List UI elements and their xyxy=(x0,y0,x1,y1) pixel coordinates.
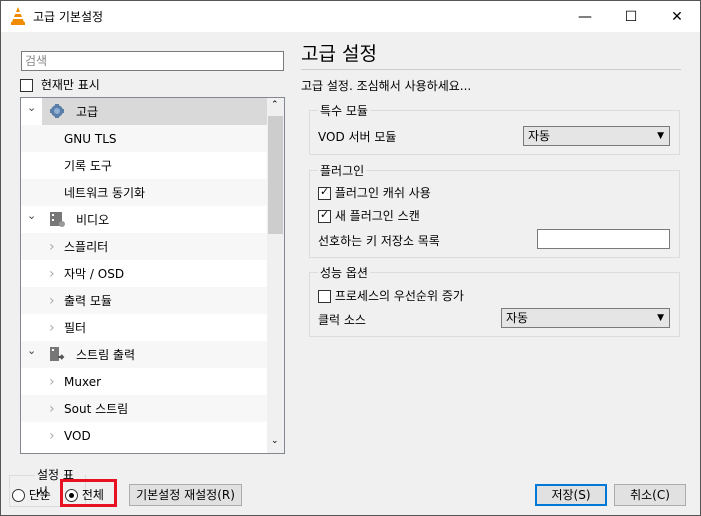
save-button[interactable]: 저장(S) xyxy=(535,484,607,506)
keystore-input[interactable] xyxy=(537,229,670,249)
window-title: 고급 기본설정 xyxy=(33,10,104,24)
chevron-right-icon[interactable]: › xyxy=(49,293,55,309)
tree-item-label: 자막 / OSD xyxy=(64,267,125,281)
tree-item[interactable]: › Muxer xyxy=(21,368,267,395)
tree-item[interactable]: › VOD xyxy=(21,422,267,449)
tree-item-label: GNU TLS xyxy=(64,131,117,146)
keystore-label: 선호하는 키 저장소 목록 xyxy=(318,234,440,248)
scroll-up-icon[interactable]: ⌃ xyxy=(271,100,279,110)
title-bar: 고급 기본설정 — ☐ ✕ xyxy=(1,1,700,32)
chevron-right-icon[interactable]: › xyxy=(49,428,55,444)
category-tree[interactable]: › VOD › Sout 스트림 › Muxer ⌄ 스트림 출력 › 필터 › 출력 모듈 › 자막 /… xyxy=(20,97,285,454)
priority-label: 프로세스의 우선순위 증가 xyxy=(334,289,464,303)
cancel-button[interactable]: 취소(C) xyxy=(614,484,686,506)
tree-item[interactable]: ⌄ 비디오 xyxy=(21,206,267,233)
checkbox-box[interactable] xyxy=(318,290,331,303)
all-radio[interactable]: 전체 xyxy=(65,486,104,503)
clock-source-select[interactable]: 자동 ▼ xyxy=(501,308,670,328)
tree-item-label: Sout 스트림 xyxy=(64,402,129,416)
vod-server-label: VOD 서버 모듈 xyxy=(318,130,397,144)
tree-item-label: Muxer xyxy=(64,374,102,389)
plugin-scan-label: 새 플러그인 스캔 xyxy=(334,209,420,223)
tree-item-label: 기록 도구 xyxy=(64,159,112,173)
stream-output-icon xyxy=(49,346,65,362)
vod-server-select[interactable]: 자동 ▼ xyxy=(523,126,670,146)
plugin-cache-checkbox[interactable]: 플러그인 캐쉬 사용 xyxy=(318,184,431,201)
simple-radio[interactable]: 단순 xyxy=(12,486,51,503)
tree-item-label: 네트워크 동기화 xyxy=(64,186,146,200)
vlc-cone-icon xyxy=(11,7,25,25)
clock-source-label: 클럭 소스 xyxy=(318,313,366,327)
chevron-right-icon[interactable]: › xyxy=(49,239,55,255)
chevron-right-icon[interactable]: › xyxy=(49,266,55,282)
chevron-right-icon[interactable]: › xyxy=(49,320,55,336)
preferences-window: 고급 기본설정 — ☐ ✕ 검색 현재만 표시 › VOD › Sout 스트림 › Mu… xyxy=(0,0,701,516)
dropdown-arrow-icon: ▼ xyxy=(657,313,664,323)
tree-item[interactable]: › Sout 스트림 xyxy=(21,395,267,422)
tree-item[interactable]: GNU TLS xyxy=(21,125,267,152)
checkbox-box[interactable] xyxy=(318,208,331,223)
tree-item-label: 스플리터 xyxy=(64,240,109,254)
search-input[interactable]: 검색 xyxy=(21,51,284,71)
dropdown-arrow-icon: ▼ xyxy=(657,131,664,141)
vod-server-value: 자동 xyxy=(528,129,551,143)
plugins-group: 플러그인 플러그인 캐쉬 사용 새 플러그인 스캔 선호하는 키 저장소 목록 xyxy=(309,162,680,258)
tree-item-label: 고급 xyxy=(76,105,99,119)
chevron-down-icon[interactable]: ⌄ xyxy=(27,101,36,114)
current-only-label: 현재만 표시 xyxy=(40,78,100,92)
radio-circle[interactable] xyxy=(12,489,25,502)
tree-item-label: 출력 모듈 xyxy=(64,294,112,308)
performance-group: 성능 옵션 프로세스의 우선순위 증가 클럭 소스 자동 ▼ xyxy=(309,264,680,337)
tree-item[interactable]: › 필터 xyxy=(21,314,267,341)
tree-item-label: 비디오 xyxy=(76,213,110,227)
radio-circle[interactable] xyxy=(65,489,78,502)
chevron-down-icon[interactable]: ⌄ xyxy=(27,209,36,222)
close-button[interactable]: ✕ xyxy=(654,1,700,32)
tree-item[interactable]: ⌄ 스트림 출력 xyxy=(21,341,267,368)
gear-icon xyxy=(49,103,65,119)
priority-checkbox[interactable]: 프로세스의 우선순위 증가 xyxy=(318,287,464,304)
current-only-checkbox[interactable]: 현재만 표시 xyxy=(20,76,100,93)
plugin-cache-label: 플러그인 캐쉬 사용 xyxy=(334,186,431,200)
chevron-down-icon[interactable]: ⌄ xyxy=(27,344,36,357)
checkbox-box[interactable] xyxy=(318,185,331,200)
page-title: 고급 설정 xyxy=(301,43,377,65)
tree-item[interactable]: › 자막 / OSD xyxy=(21,260,267,287)
chevron-right-icon[interactable]: › xyxy=(49,401,55,417)
title-divider xyxy=(301,69,681,70)
clock-source-value: 자동 xyxy=(506,311,529,325)
tree-scrollbar[interactable]: ⌃ ⌄ xyxy=(267,98,284,453)
special-modules-group: 특수 모듈 VOD 서버 모듈 자동 ▼ xyxy=(309,102,680,155)
video-icon xyxy=(49,211,65,227)
tree-item[interactable]: ⌄ 고급 xyxy=(27,98,267,125)
scrollbar-thumb[interactable] xyxy=(268,116,283,234)
tree-item[interactable]: 기록 도구 xyxy=(21,152,267,179)
minimize-button[interactable]: — xyxy=(562,1,608,32)
scroll-down-icon[interactable]: ⌄ xyxy=(271,436,279,446)
maximize-button[interactable]: ☐ xyxy=(608,1,654,32)
tree-item[interactable]: 네트워크 동기화 xyxy=(21,179,267,206)
reset-preferences-button[interactable]: 기본설정 재설정(R) xyxy=(129,484,242,506)
tree-item-label: VOD xyxy=(64,428,91,443)
group-legend: 플러그인 xyxy=(318,162,367,179)
group-legend: 특수 모듈 xyxy=(318,102,370,119)
plugin-scan-checkbox[interactable]: 새 플러그인 스캔 xyxy=(318,207,420,224)
tree-item-label: 스트림 출력 xyxy=(76,348,136,362)
tree-item[interactable]: › 출력 모듈 xyxy=(21,287,267,314)
simple-label: 단순 xyxy=(28,488,51,502)
chevron-right-icon[interactable]: › xyxy=(49,374,55,390)
tree-item[interactable]: › 스플리터 xyxy=(21,233,267,260)
all-label: 전체 xyxy=(81,488,104,502)
group-legend: 성능 옵션 xyxy=(318,264,370,281)
checkbox-box[interactable] xyxy=(20,79,33,92)
tree-item-label: 필터 xyxy=(64,321,87,335)
page-subtitle: 고급 설정. 조심해서 사용하세요... xyxy=(301,79,472,93)
